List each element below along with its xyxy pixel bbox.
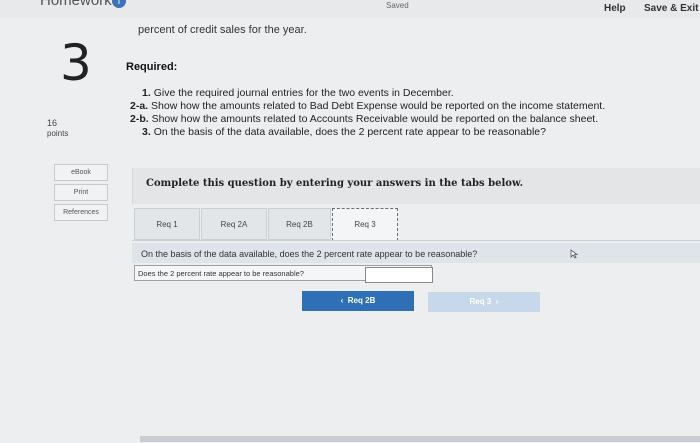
answer-input[interactable] (365, 267, 433, 283)
tab-req-2b[interactable]: Req 2B (268, 208, 331, 240)
question-number: 3 (60, 34, 92, 92)
mouse-cursor-icon (570, 249, 580, 259)
tab-req-2a[interactable]: Req 2A (201, 208, 267, 240)
chevron-right-icon: › (495, 297, 499, 306)
points-label: points (47, 129, 69, 138)
next-req-button[interactable]: Req 3 › (428, 292, 540, 312)
panel-question-text: On the basis of the data available, does… (141, 249, 478, 259)
help-link[interactable]: Help (604, 3, 626, 14)
tab-req-1[interactable]: Req 1 (134, 208, 200, 240)
required-heading: Required: (126, 61, 178, 73)
instructions-text: Complete this question by entering your … (146, 178, 524, 189)
print-button[interactable]: Print (54, 184, 108, 201)
save-exit-link[interactable]: Save & Exit (644, 3, 698, 14)
points-value: 16 (47, 118, 58, 128)
intro-text: percent of credit sales for the year. (138, 24, 307, 36)
tab-divider (132, 240, 700, 241)
requirement-2b: 2-b. Show how the amounts related to Acc… (130, 113, 599, 125)
tab-req-3[interactable]: Req 3 (332, 208, 398, 241)
chevron-left-icon: ‹ (340, 296, 344, 305)
prev-req-button[interactable]: ‹ Req 2B (302, 291, 414, 311)
requirement-1: 1. Give the required journal entries for… (142, 87, 454, 99)
saved-status: Saved (386, 1, 409, 10)
bottom-scrollbar[interactable] (140, 436, 700, 442)
ebook-button[interactable]: eBook (54, 164, 108, 181)
requirement-3: 3. On the basis of the data available, d… (142, 126, 546, 138)
references-button[interactable]: References (54, 204, 108, 221)
answer-label: Does the 2 percent rate appear to be rea… (138, 269, 304, 278)
prev-req-label: Req 2B (347, 296, 376, 305)
next-req-label: Req 3 (469, 297, 492, 306)
requirement-2a: 2-a. Show how the amounts related to Bad… (130, 100, 606, 112)
